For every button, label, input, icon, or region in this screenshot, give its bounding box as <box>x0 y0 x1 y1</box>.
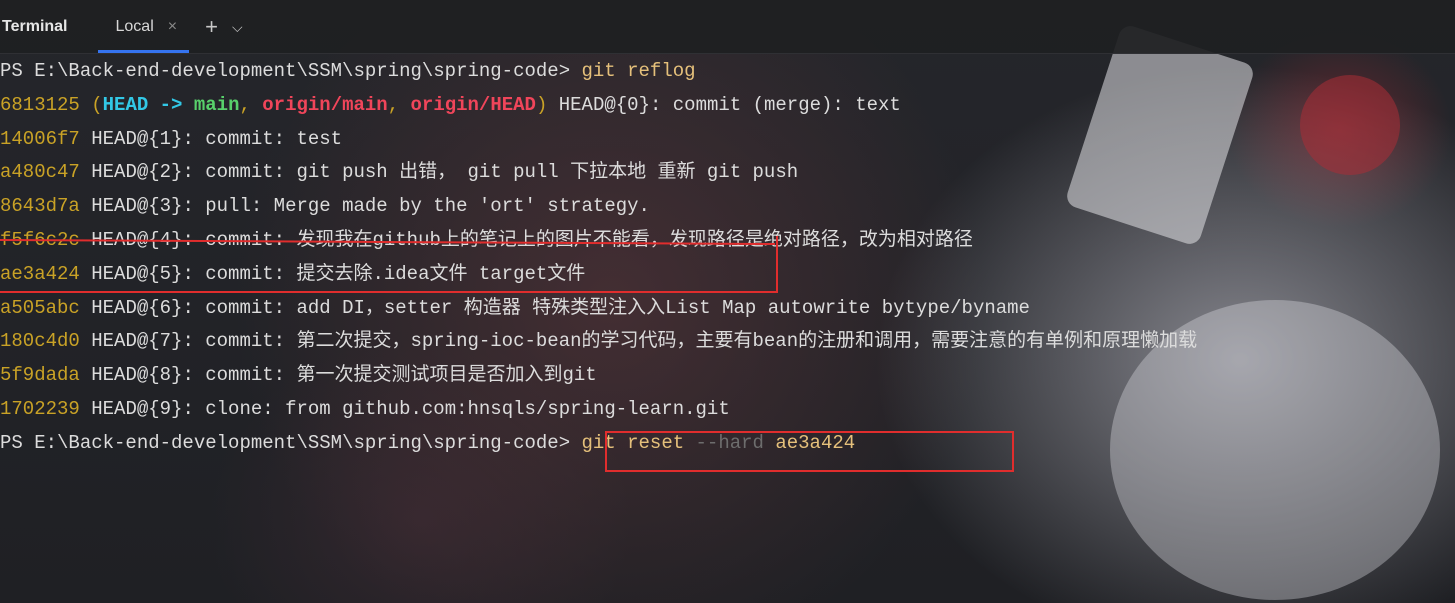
reflog-message: HEAD@{7}: commit: 第二次提交，spring-ioc-bean的… <box>91 330 1198 353</box>
commit-hash: a505abc <box>0 296 80 319</box>
reflog-entry: ae3a424 HEAD@{5}: commit: 提交去除.idea文件 ta… <box>0 258 1455 292</box>
commit-hash: 8643d7a <box>0 195 80 218</box>
active-tab-indicator <box>97 50 190 53</box>
tool-window-title: Terminal <box>2 17 68 35</box>
branch-main: main <box>193 93 240 116</box>
reflog-ref: HEAD@{0} <box>558 93 650 116</box>
reflog-entry: 6813125 (HEAD -> main, origin/main, orig… <box>0 89 1455 123</box>
command-argument: ae3a424 <box>763 431 856 454</box>
commit-hash: 1702239 <box>0 397 80 420</box>
prompt: PS E:\Back-end-development\SSM\spring\sp… <box>0 431 582 454</box>
reflog-message: HEAD@{9}: clone: from github.com:hnsqls/… <box>91 397 730 420</box>
close-icon[interactable]: × <box>168 18 177 36</box>
tab-label: Local <box>115 17 154 35</box>
remote-origin-head: origin/HEAD <box>410 93 536 116</box>
reflog-message: HEAD@{8}: commit: 第一次提交测试项目是否加入到git <box>91 364 597 387</box>
commit-hash: 5f9dada <box>0 364 80 387</box>
reflog-entry: 180c4d0 HEAD@{7}: commit: 第二次提交，spring-i… <box>0 325 1455 359</box>
commit-hash: 14006f7 <box>0 127 80 150</box>
chevron-down-icon[interactable]: ⌵ <box>232 20 243 34</box>
command: git reflog <box>581 60 696 82</box>
prompt-line-2: PS E:\Back-end-development\SSM\spring\sp… <box>0 427 1455 461</box>
reflog-message: HEAD@{2}: commit: git push 出错， git pull … <box>91 161 799 184</box>
reflog-entry: a480c47 HEAD@{2}: commit: git push 出错， g… <box>0 156 1455 190</box>
reflog-entry: 1702239 HEAD@{9}: clone: from github.com… <box>0 393 1455 427</box>
prompt: PS E:\Back-end-development\SSM\spring\sp… <box>0 60 582 82</box>
decoration-paren: ) <box>535 93 559 116</box>
reflog-message: HEAD@{1}: commit: test <box>91 127 343 150</box>
command-git-reset: git reset <box>581 431 696 454</box>
remote-origin-main: origin/main <box>262 93 388 116</box>
commit-hash: 6813125 <box>0 93 80 116</box>
reflog-entry: 8643d7a HEAD@{3}: pull: Merge made by th… <box>0 190 1455 224</box>
decoration-paren: ( <box>91 93 103 116</box>
reflog-entry: 14006f7 HEAD@{1}: commit: test <box>0 123 1455 157</box>
reflog-message: HEAD@{3}: pull: Merge made by the 'ort' … <box>91 195 650 218</box>
command-flag: --hard <box>695 431 764 454</box>
reflog-message: : commit (merge): text <box>649 93 901 116</box>
reflog-entry: a505abc HEAD@{6}: commit: add DI，setter … <box>0 292 1455 326</box>
plus-icon[interactable]: + <box>205 15 218 38</box>
commit-hash: 180c4d0 <box>0 330 80 353</box>
terminal-tab-bar: Terminal Local × + ⌵ <box>0 0 1455 54</box>
tab-local[interactable]: Local × <box>97 0 190 53</box>
reflog-entry: 5f9dada HEAD@{8}: commit: 第一次提交测试项目是否加入到… <box>0 359 1455 393</box>
decoration-comma: , <box>239 93 263 116</box>
terminal-output[interactable]: PS E:\Back-end-development\SSM\spring\sp… <box>0 55 1455 461</box>
ref-arrow: -> <box>148 93 194 116</box>
reflog-message: HEAD@{5}: commit: 提交去除.idea文件 target文件 <box>91 262 586 285</box>
prompt-line-1: PS E:\Back-end-development\SSM\spring\sp… <box>0 55 1455 89</box>
head-ref: HEAD <box>102 93 149 116</box>
commit-hash: ae3a424 <box>0 262 80 285</box>
reflog-message: HEAD@{6}: commit: add DI，setter 构造器 特殊类型… <box>91 296 1030 319</box>
commit-hash: a480c47 <box>0 161 80 184</box>
decoration-comma: , <box>387 93 411 116</box>
